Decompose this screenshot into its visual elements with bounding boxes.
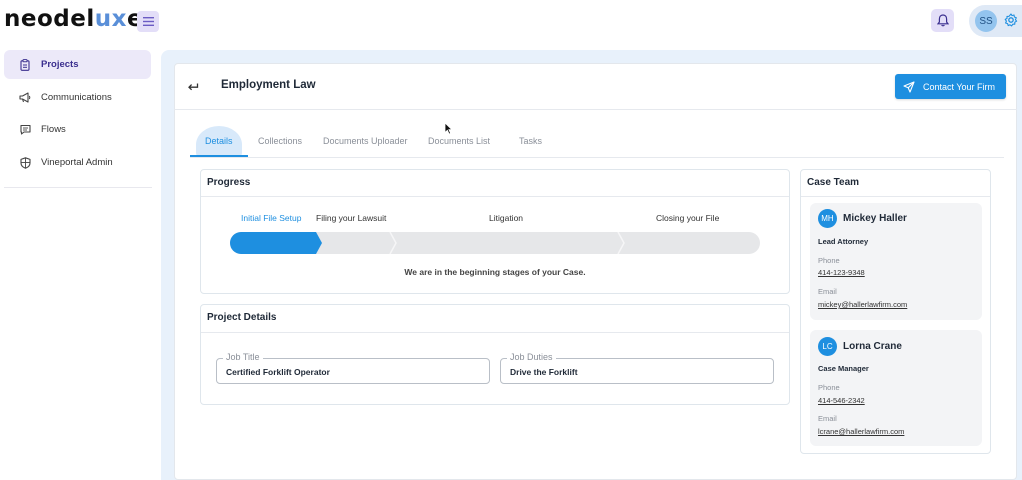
member-name: Lorna Crane xyxy=(843,341,902,352)
contact-firm-button[interactable]: Contact Your Firm xyxy=(895,74,1006,99)
tab-documents-list[interactable]: Documents List xyxy=(428,136,490,146)
sidebar-divider xyxy=(4,187,152,188)
job-title-label: Job Title xyxy=(223,352,263,362)
progress-step-label: Initial File Setup xyxy=(241,213,302,223)
job-duties-label: Job Duties xyxy=(507,352,556,362)
tab-collections[interactable]: Collections xyxy=(258,136,302,146)
progress-panel-divider xyxy=(201,196,789,197)
progress-step-label: Litigation xyxy=(489,213,524,223)
tab-details[interactable]: Details xyxy=(205,136,233,146)
member-name: Mickey Haller xyxy=(843,213,907,224)
member-avatar: LC xyxy=(818,337,837,356)
megaphone-icon xyxy=(19,92,31,104)
progress-message: We are in the beginning stages of your C… xyxy=(404,267,586,277)
member-role: Case Manager xyxy=(818,364,869,373)
job-duties-value: Drive the Forklift xyxy=(510,367,578,377)
sidebar-item-projects[interactable]: Projects xyxy=(4,50,151,79)
phone-link[interactable]: 414-123-9348 xyxy=(818,268,865,277)
gear-icon xyxy=(1004,13,1018,27)
email-link[interactable]: lcrane@hallerlawfirm.com xyxy=(818,427,904,436)
sidebar-item-label: Communications xyxy=(41,92,112,103)
email-label: Email xyxy=(818,287,837,296)
clipboard-icon xyxy=(19,58,31,71)
back-arrow-icon xyxy=(188,83,199,91)
job-title-value: Certified Forklift Operator xyxy=(226,367,330,377)
job-title-field[interactable]: Job Title Certified Forklift Operator xyxy=(216,352,490,384)
phone-label: Phone xyxy=(818,256,840,265)
phone-link[interactable]: 414-546-2342 xyxy=(818,396,865,405)
sidebar-item-vineportal-admin[interactable]: Vineportal Admin xyxy=(4,148,151,177)
shield-icon xyxy=(19,156,31,169)
hamburger-icon xyxy=(142,17,154,26)
phone-label: Phone xyxy=(818,383,840,392)
member-role: Lead Attorney xyxy=(818,237,869,246)
project-details-panel xyxy=(200,304,790,405)
case-team-title: Case Team xyxy=(807,177,860,188)
progress-step-label: Filing your Lawsuit xyxy=(316,213,387,223)
tabs-divider xyxy=(190,157,1004,158)
sidebar-item-communications[interactable]: Communications xyxy=(4,83,151,112)
avatar[interactable]: SS xyxy=(975,10,997,32)
job-duties-field[interactable]: Job Duties Drive the Forklift xyxy=(500,352,774,384)
bell-icon xyxy=(936,14,949,27)
project-details-title: Project Details xyxy=(207,312,277,323)
sidebar-item-flows[interactable]: Flows xyxy=(4,115,151,144)
message-icon xyxy=(19,124,31,136)
tab-documents-uploader[interactable]: Documents Uploader xyxy=(323,136,408,146)
sidebar-item-label: Vineportal Admin xyxy=(41,157,113,168)
member-avatar: MH xyxy=(818,209,837,228)
top-bar: neodeluxeTM SS xyxy=(0,0,1022,44)
sidebar-item-label: Projects xyxy=(41,59,79,70)
email-link[interactable]: mickey@hallerlawfirm.com xyxy=(818,300,907,309)
logo[interactable]: neodeluxeTM xyxy=(4,6,153,32)
page-title: Employment Law xyxy=(221,79,316,91)
active-tab-indicator xyxy=(190,155,248,157)
mouse-cursor-icon xyxy=(444,122,453,135)
case-team-divider xyxy=(801,196,990,197)
email-label: Email xyxy=(818,414,837,423)
send-icon xyxy=(903,80,915,93)
tab-tasks[interactable]: Tasks xyxy=(519,136,542,146)
contact-button-label: Contact Your Firm xyxy=(923,81,996,92)
progress-step-label: Closing your File xyxy=(656,213,720,223)
notifications-button[interactable] xyxy=(931,9,954,32)
progress-title: Progress xyxy=(207,177,251,188)
menu-toggle-button[interactable] xyxy=(137,11,159,32)
progress-fill xyxy=(230,232,322,254)
project-details-divider xyxy=(201,332,789,333)
settings-button[interactable] xyxy=(1002,11,1020,29)
sidebar-item-label: Flows xyxy=(41,124,66,135)
back-button[interactable] xyxy=(186,80,200,94)
progress-bar xyxy=(230,232,760,254)
